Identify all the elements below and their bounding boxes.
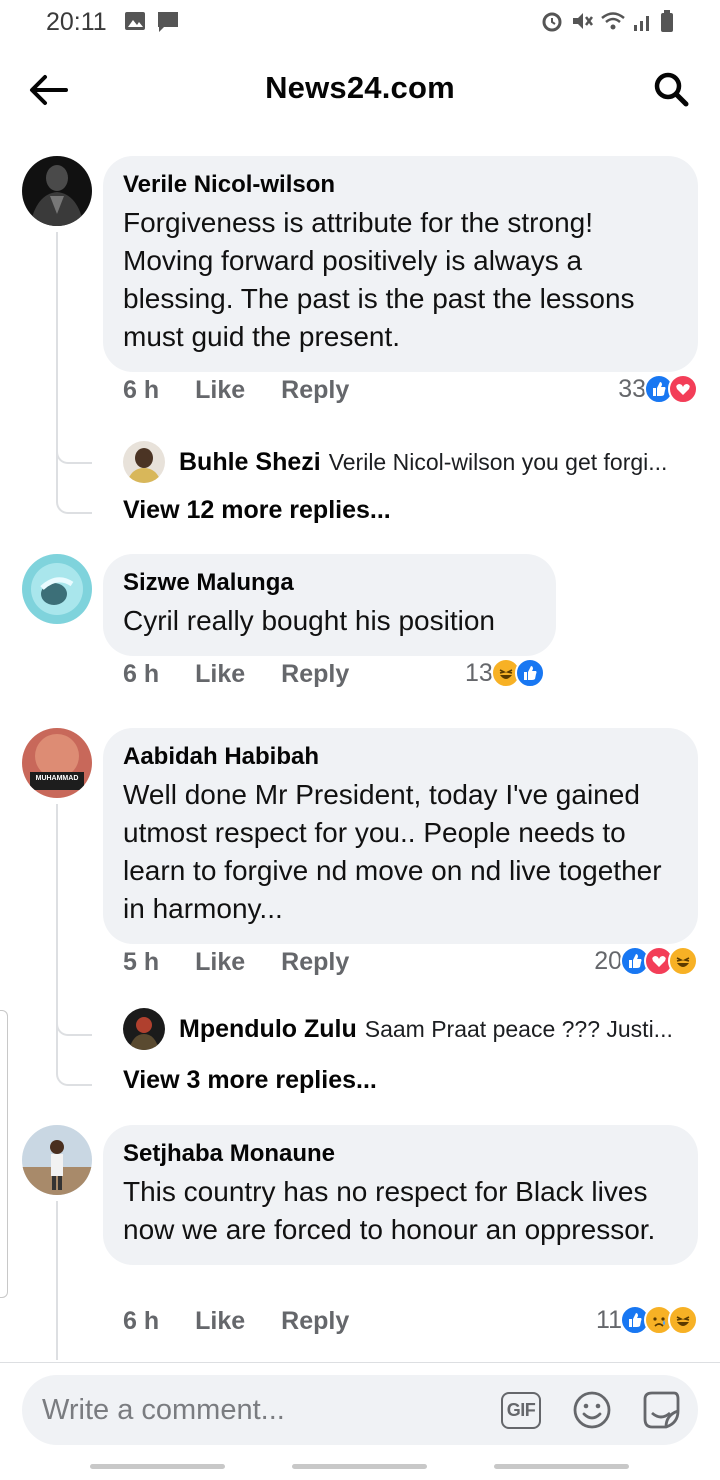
comment-list: Verile Nicol-wilson Forgiveness is attri… [0,150,720,1360]
comment-bubble[interactable]: Aabidah Habibah Well done Mr President, … [103,728,698,944]
sticker-button[interactable] [640,1389,682,1431]
comment-actions: 6 h Like Reply [123,660,385,689]
comment-actions: 6 h Like Reply [123,1307,385,1336]
reaction-count: 13 [465,658,493,687]
reply-button[interactable]: Reply [281,1307,349,1336]
comment-time: 6 h [123,1307,160,1335]
comment-author[interactable]: Setjhaba Monaune [123,1139,678,1169]
reply-connector [56,464,92,514]
gallery-notification-icon [124,10,146,37]
reply-author[interactable]: Buhle Shezi [179,448,321,477]
comment-author[interactable]: Aabidah Habibah [123,742,678,772]
view-more-replies-link[interactable]: View 12 more replies... [123,496,391,525]
thread-line [56,232,58,502]
nav-home[interactable] [292,1464,427,1469]
sticker-icon [643,1391,680,1429]
like-button[interactable]: Like [195,1307,245,1336]
comment-bubble[interactable]: Verile Nicol-wilson Forgiveness is attri… [103,156,698,372]
reply-connector [56,414,92,464]
haha-reaction-icon [668,1305,698,1335]
mute-icon [570,9,594,38]
system-status-icons [540,9,674,38]
search-icon [654,72,689,107]
avatar[interactable] [22,1125,92,1195]
reply-text: Verile Nicol-wilson you get forgi... [328,448,668,475]
like-button[interactable]: Like [195,376,245,405]
avatar-caption: MUHAMMAD [35,775,79,782]
message-notification-icon [156,10,180,39]
comment-time: 5 h [123,948,160,976]
love-reaction-icon [668,374,698,404]
reply-text: Saam Praat peace ??? Justi... [364,1015,673,1042]
avatar[interactable] [22,554,92,624]
comment-author[interactable]: Verile Nicol-wilson [123,170,678,200]
composer-box: GIF [22,1375,698,1445]
app-header: News24.com [0,44,720,134]
reply-connector [56,986,92,1036]
wifi-icon [600,9,626,38]
haha-reaction-icon [668,946,698,976]
comment-bubble[interactable]: Setjhaba Monaune This country has no res… [103,1125,698,1265]
reaction-summary[interactable]: 20 [594,946,698,976]
nav-recents[interactable] [90,1464,225,1469]
scroll-edge-indicator [0,1010,8,1298]
reaction-count: 20 [594,946,622,975]
reaction-count: 33 [618,374,646,403]
search-button[interactable] [648,66,694,112]
system-nav-bar [0,1450,720,1480]
comment-text: Well done Mr President, today I've gaine… [123,779,662,924]
page-title: News24.com [265,70,455,105]
reply-button[interactable]: Reply [281,660,349,689]
reaction-count: 11 [596,1305,622,1334]
reaction-summary[interactable]: 33 [618,374,698,404]
emoji-icon [573,1391,611,1429]
thread-line [56,804,58,1074]
reply-button[interactable]: Reply [281,376,349,405]
reply-author[interactable]: Mpendulo Zulu [179,1015,357,1044]
nav-back[interactable] [494,1464,629,1469]
comment-input[interactable] [42,1375,502,1445]
thread-line [56,1201,58,1360]
view-more-replies-link[interactable]: View 3 more replies... [123,1066,377,1095]
reply-button[interactable]: Reply [281,948,349,977]
reply-preview[interactable]: Mpendulo Zulu Saam Praat peace ??? Justi… [123,1008,673,1050]
avatar[interactable] [123,1008,165,1050]
reaction-summary[interactable]: 11 [596,1305,698,1335]
alarm-icon [540,9,564,38]
comment-text: Cyril really bought his position [123,605,495,636]
like-reaction-icon [514,658,545,688]
avatar[interactable] [123,441,165,483]
emoji-button[interactable] [571,1389,613,1431]
comment-author[interactable]: Sizwe Malunga [123,568,536,598]
comment-text: This country has no respect for Black li… [123,1176,656,1245]
comment-actions: 6 h Like Reply [123,376,385,405]
reply-connector [56,1036,92,1086]
reply-preview[interactable]: Buhle Shezi Verile Nicol-wilson you get … [123,441,667,483]
status-time: 20:11 [46,8,107,36]
comment-time: 6 h [123,376,160,404]
battery-icon [660,9,674,38]
avatar[interactable]: MUHAMMAD [22,728,92,798]
reaction-summary[interactable]: 13 [465,658,545,688]
gif-button[interactable]: GIF [500,1389,542,1431]
like-button[interactable]: Like [195,660,245,689]
comment-time: 6 h [123,660,160,688]
status-bar: 20:11 [0,0,720,44]
gif-icon: GIF [500,1391,542,1429]
like-button[interactable]: Like [195,948,245,977]
comment-text: Forgiveness is attribute for the strong!… [123,207,635,352]
avatar[interactable] [22,156,92,226]
comment-actions: 5 h Like Reply [123,948,385,977]
comment-bubble[interactable]: Sizwe Malunga Cyril really bought his po… [103,554,556,656]
signal-icon [632,9,654,38]
